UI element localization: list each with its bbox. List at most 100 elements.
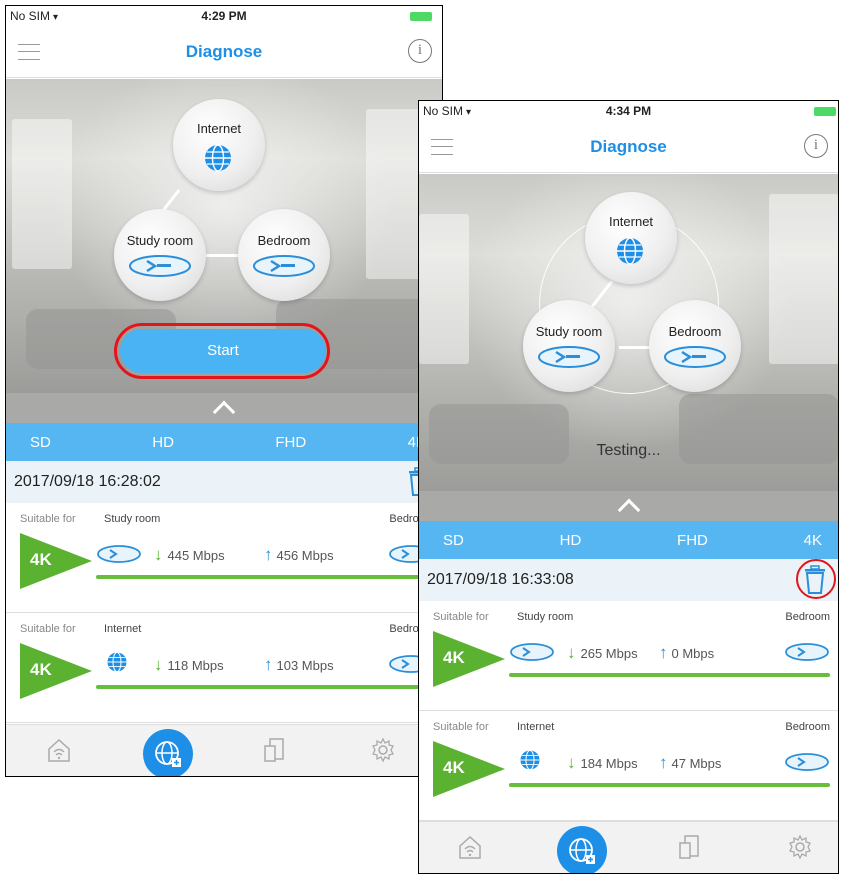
expand-handle[interactable] bbox=[419, 491, 838, 522]
globe-icon bbox=[520, 749, 540, 771]
test-date-header: 2017/09/18 16:33:08 bbox=[419, 559, 838, 601]
battery-icon bbox=[410, 12, 432, 21]
quality-sd: SD bbox=[30, 433, 51, 451]
home-wifi-icon[interactable] bbox=[46, 737, 72, 763]
page-title: Diagnose bbox=[185, 42, 263, 61]
battery-icon bbox=[814, 107, 836, 116]
globe-icon bbox=[107, 651, 127, 673]
zyxel-extender-icon bbox=[538, 346, 600, 368]
tab-bar bbox=[419, 821, 838, 873]
background-window bbox=[419, 214, 469, 364]
internet-label: Internet bbox=[608, 214, 654, 229]
phone-screen-before-test: No SIM ▾ 4:29 PM Diagnose i Internet Stud… bbox=[5, 5, 443, 777]
speed-bar bbox=[96, 685, 434, 689]
quality-fhd: FHD bbox=[275, 433, 307, 451]
arrow-down-icon: ↓ bbox=[567, 643, 576, 662]
settings-gear-icon[interactable] bbox=[370, 737, 396, 763]
upload-speed: ↑ 0 Mbps bbox=[659, 643, 715, 662]
suitable-label: Suitable for bbox=[20, 623, 76, 635]
home-wifi-icon[interactable] bbox=[457, 834, 483, 860]
zyxel-extender-icon bbox=[785, 753, 829, 771]
arrow-down-icon: ↓ bbox=[154, 655, 163, 674]
tab-diagnose[interactable] bbox=[143, 729, 193, 776]
topology-view: Internet Study room Bedroom bbox=[6, 79, 442, 397]
arrow-down-icon: ↓ bbox=[154, 545, 163, 564]
zyxel-extender-icon bbox=[510, 643, 554, 661]
zyxel-extender-icon bbox=[664, 346, 726, 368]
zyxel-extender-icon bbox=[97, 545, 141, 563]
arrow-up-icon: ↑ bbox=[659, 753, 668, 772]
suitable-label: Suitable for bbox=[433, 611, 489, 623]
quality-hd: HD bbox=[152, 433, 174, 451]
quality-badge: 4K bbox=[20, 533, 92, 589]
expand-handle[interactable] bbox=[6, 393, 442, 424]
globe-icon bbox=[617, 237, 643, 265]
diagnose-globe-icon bbox=[569, 838, 595, 864]
start-button-highlight bbox=[114, 323, 330, 379]
devices-icon[interactable] bbox=[262, 737, 288, 763]
download-speed: ↓ 445 Mbps bbox=[154, 545, 225, 564]
destination-label: Bedroom bbox=[785, 611, 830, 623]
result-row: Suitable for Study room Bedroom 4K ↓ 265 … bbox=[419, 601, 838, 711]
download-speed: ↓ 265 Mbps bbox=[567, 643, 638, 662]
suitable-label: Suitable for bbox=[433, 721, 489, 733]
nav-bar: Diagnose i bbox=[6, 26, 442, 78]
quality-scale: SD HD FHD 4K bbox=[419, 521, 838, 559]
study-room-bubble[interactable]: Study room bbox=[114, 209, 206, 301]
page-title: Diagnose bbox=[590, 137, 667, 156]
download-speed: ↓ 184 Mbps bbox=[567, 753, 638, 772]
speed-bar bbox=[509, 783, 830, 787]
internet-bubble[interactable]: Internet bbox=[173, 99, 265, 191]
bedroom-bubble[interactable]: Bedroom bbox=[649, 300, 741, 392]
result-row: Suitable for Internet Bedroom 4K ↓ 118 Mb… bbox=[6, 613, 442, 723]
phone-screen-testing: No SIM ▾ 4:34 PM Diagnose i Internet Stud… bbox=[418, 100, 839, 874]
arrow-down-icon: ↓ bbox=[567, 753, 576, 772]
bedroom-label: Bedroom bbox=[257, 233, 311, 248]
quality-badge: 4K bbox=[433, 631, 505, 687]
nav-bar: Diagnose i bbox=[419, 121, 838, 173]
speed-bar bbox=[96, 575, 434, 579]
globe-icon bbox=[205, 144, 231, 172]
internet-label: Internet bbox=[196, 121, 242, 136]
source-label: Internet bbox=[104, 623, 142, 635]
info-icon[interactable]: i bbox=[804, 134, 828, 158]
test-date-header: 2017/09/18 16:28:02 bbox=[6, 461, 442, 503]
destination-label: Bedroom bbox=[785, 721, 830, 733]
internet-bubble[interactable]: Internet bbox=[585, 192, 677, 284]
upload-speed: ↑ 47 Mbps bbox=[659, 753, 722, 772]
devices-icon[interactable] bbox=[677, 834, 703, 860]
suitable-label: Suitable for bbox=[20, 513, 76, 525]
testing-status: Testing... bbox=[596, 442, 661, 459]
result-row: Suitable for Study room Bedroom 4K ↓ 445 … bbox=[6, 503, 442, 613]
source-label: Study room bbox=[517, 611, 574, 623]
clock: 4:29 PM bbox=[201, 9, 247, 23]
arrow-up-icon: ↑ bbox=[659, 643, 668, 662]
quality-hd: HD bbox=[559, 531, 582, 549]
clock: 4:34 PM bbox=[605, 104, 652, 118]
background-window bbox=[769, 194, 838, 364]
bedroom-label: Bedroom bbox=[668, 324, 722, 339]
source-label: Internet bbox=[517, 721, 555, 733]
test-timestamp: 2017/09/18 16:28:02 bbox=[14, 473, 161, 490]
tab-diagnose[interactable] bbox=[557, 826, 607, 873]
source-label: Study room bbox=[104, 513, 161, 525]
test-timestamp: 2017/09/18 16:33:08 bbox=[427, 571, 574, 588]
upload-speed: ↑ 456 Mbps bbox=[264, 545, 334, 564]
diagnose-globe-icon bbox=[155, 741, 181, 767]
info-icon[interactable]: i bbox=[408, 39, 432, 63]
quality-scale: SD HD FHD 4K bbox=[6, 423, 442, 461]
quality-badge: 4K bbox=[433, 741, 505, 797]
background-window bbox=[12, 119, 72, 269]
bedroom-bubble[interactable]: Bedroom bbox=[238, 209, 330, 301]
study-room-bubble[interactable]: Study room bbox=[523, 300, 615, 392]
quality-sd: SD bbox=[443, 531, 464, 549]
download-speed: ↓ 118 Mbps bbox=[154, 655, 224, 674]
status-bar: No SIM ▾ 4:29 PM bbox=[6, 6, 442, 26]
speed-bar bbox=[509, 673, 830, 677]
chevron-up-icon bbox=[617, 498, 640, 522]
study-room-label: Study room bbox=[535, 324, 603, 339]
zyxel-extender-icon bbox=[253, 255, 315, 277]
upload-speed: ↑ 103 Mbps bbox=[264, 655, 334, 674]
settings-gear-icon[interactable] bbox=[787, 834, 813, 860]
arrow-up-icon: ↑ bbox=[264, 655, 273, 674]
